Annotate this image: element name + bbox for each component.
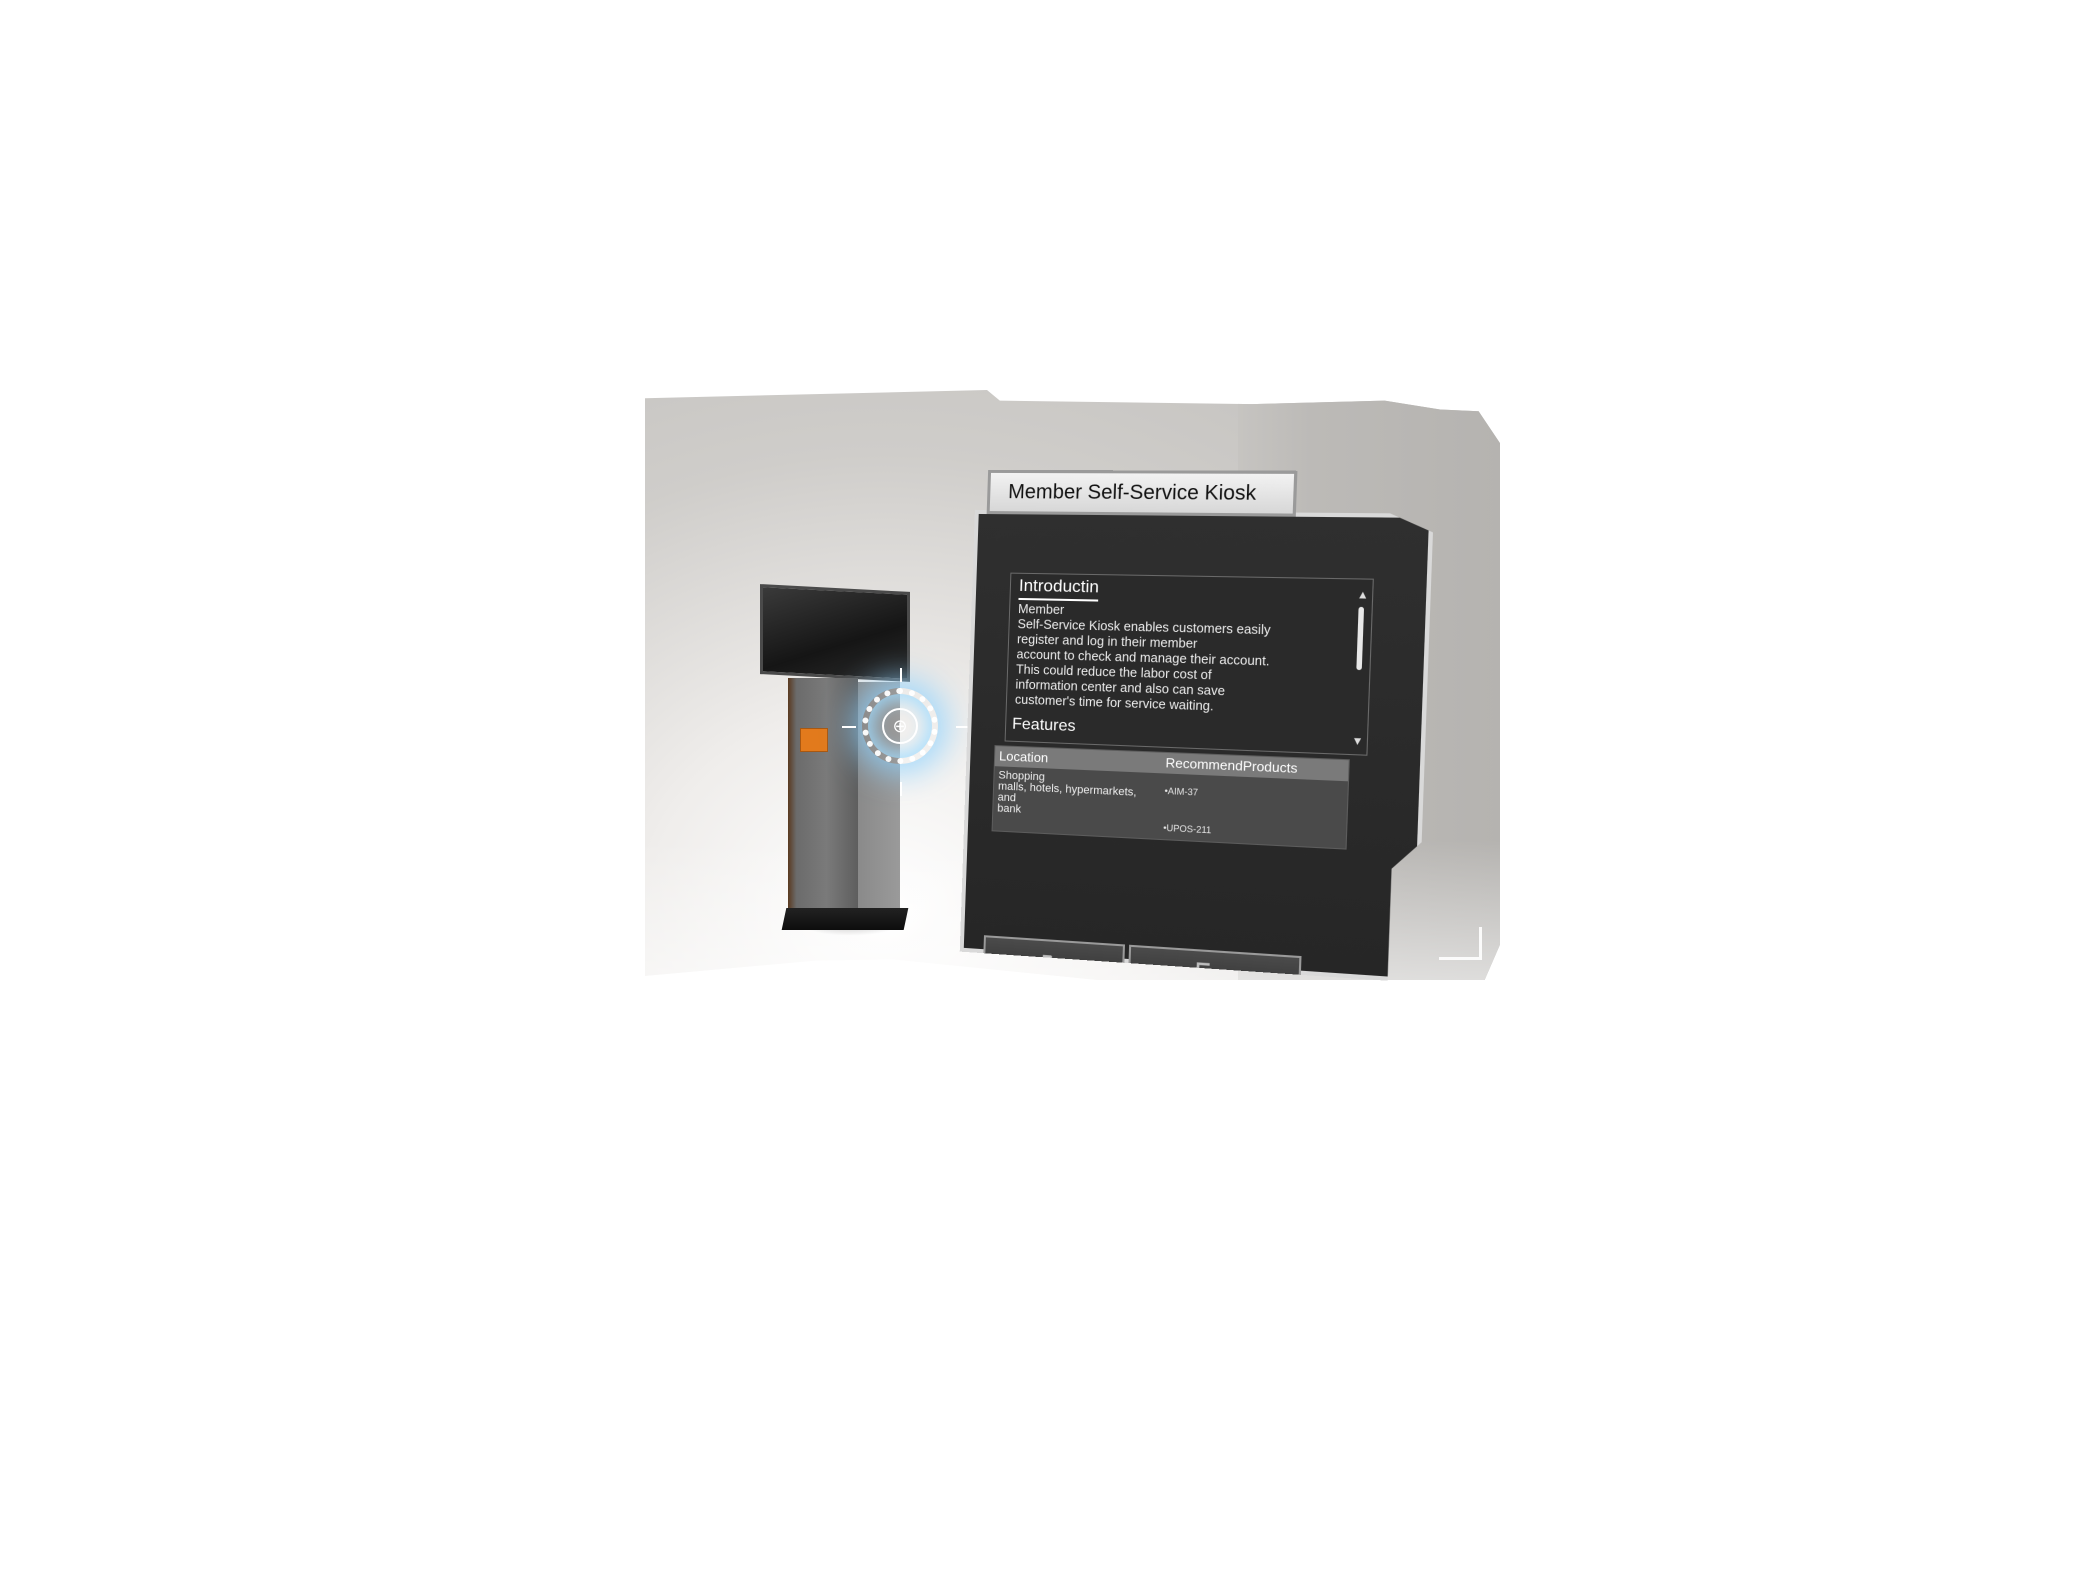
product-item: •AIM-37 [1164, 786, 1198, 798]
introduction-text: Member Self-Service Kiosk enables custom… [1015, 602, 1331, 718]
product-item: •UPOS-211 [1163, 823, 1211, 836]
info-table: Location RecommendProducts Shopping mall… [992, 745, 1350, 850]
info-panel: Introductin Member Self-Service Kiosk en… [960, 470, 1440, 983]
kiosk-screen [760, 584, 910, 682]
crosshair-icon: ⊕ [882, 708, 918, 744]
panel-title: Member Self-Service Kiosk [987, 470, 1298, 517]
introduction-heading: Introductin [1018, 576, 1099, 602]
target-tick-top [900, 668, 902, 682]
header-location: Location [999, 748, 1049, 765]
header-recommend-products: RecommendProducts [1165, 755, 1298, 776]
scroll-thumb[interactable] [1356, 607, 1364, 670]
hotspot-target[interactable]: ⊕ [862, 688, 938, 764]
features-heading: Features [1012, 716, 1076, 737]
scroll-up-icon[interactable]: ▲ [1357, 590, 1369, 602]
kiosk-body [788, 678, 858, 913]
kiosk-model[interactable] [760, 588, 910, 948]
corner-bracket-icon [1439, 927, 1482, 960]
panel-frame: Introductin Member Self-Service Kiosk en… [960, 510, 1434, 983]
target-tick-bottom [900, 782, 902, 796]
location-cell: Shopping malls, hotels, hypermarkets, an… [997, 770, 1150, 822]
target-tick-left [842, 726, 856, 728]
scroll-down-icon[interactable]: ▼ [1351, 736, 1363, 748]
kiosk-card-slot [800, 728, 828, 752]
kiosk-base [782, 908, 909, 930]
scrollbar[interactable]: ▲ ▼ [1351, 590, 1368, 748]
introduction-section[interactable]: Introductin Member Self-Service Kiosk en… [1005, 573, 1374, 756]
